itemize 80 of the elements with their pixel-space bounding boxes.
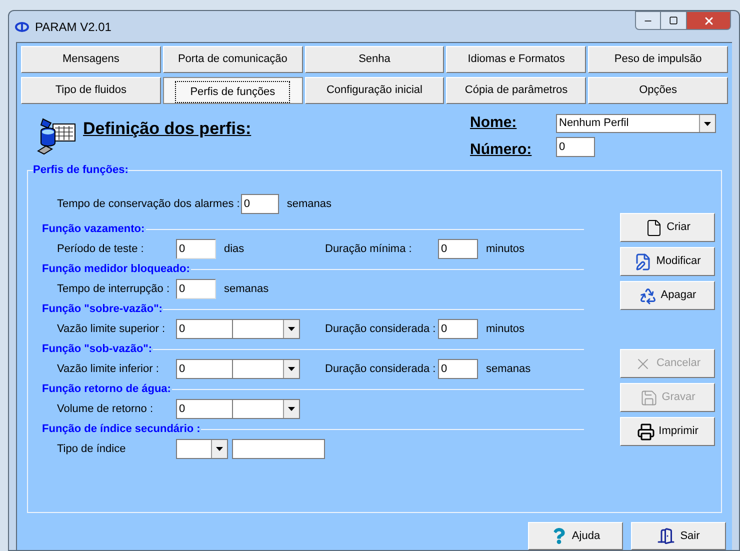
dropdown-arrow-button[interactable] <box>699 115 715 132</box>
action-button[interactable]: Imprimir <box>620 417 715 446</box>
printer-icon <box>636 422 655 440</box>
dropdown-arrow-button[interactable] <box>283 400 299 418</box>
save-icon <box>640 388 658 406</box>
unit-label: minutos <box>486 322 525 337</box>
unit-label: minutos <box>486 242 525 257</box>
tab-button[interactable]: Cópia de parâmetros <box>446 77 586 104</box>
section-heading: Função medidor bloqueado: <box>42 262 190 277</box>
input-field[interactable]: 0 <box>438 319 478 339</box>
number-label: Número: <box>470 141 533 159</box>
input-field[interactable]: 0 <box>438 239 478 259</box>
field-label: Período de teste : <box>56 242 145 257</box>
tab-button[interactable]: Tipo de fluidos <box>21 77 161 104</box>
door-icon <box>657 527 676 545</box>
input-field[interactable]: 0 <box>176 399 232 419</box>
caret-icon <box>288 367 295 371</box>
dropdown-arrow-button[interactable] <box>283 360 299 378</box>
profile-dropdown[interactable]: Nenhum Perfil <box>556 114 716 133</box>
input-field[interactable]: 0 <box>176 239 216 259</box>
caret-icon <box>216 447 224 451</box>
caret-icon <box>704 122 711 126</box>
section-heading: Função de índice secundário : <box>42 422 200 437</box>
field-label: Vazão limite superior : <box>56 322 166 337</box>
unit-label: dias <box>224 242 244 257</box>
tab-button[interactable]: Configuração inicial <box>304 77 444 104</box>
input-field[interactable]: 0 <box>176 319 232 339</box>
field-label: Duração considerada : <box>325 322 437 337</box>
footer-button[interactable]: Sair <box>631 522 726 550</box>
unit-label: semanas <box>224 282 269 297</box>
section-heading: Função retorno de água: <box>42 382 171 397</box>
close-button[interactable] <box>687 11 731 30</box>
caret-icon <box>288 407 295 411</box>
tab-button[interactable]: Mensagens <box>21 46 161 73</box>
index-type-dropdown[interactable] <box>176 439 228 459</box>
field-label: Duração mínima : <box>325 242 413 257</box>
tab-button[interactable]: Porta de comunicação <box>162 46 303 73</box>
dropdown-arrow-button[interactable] <box>211 440 228 458</box>
unit-label: semanas <box>486 362 531 377</box>
section-heading: Função "sobre-vazão": <box>42 302 162 317</box>
caret-icon <box>288 327 295 331</box>
footer-button[interactable]: Ajuda <box>528 522 623 550</box>
name-label: Nome: <box>470 114 518 133</box>
input-field[interactable]: 0 <box>176 359 232 379</box>
unit-label: semanas <box>286 196 332 212</box>
group-title: Perfis de funções: <box>33 163 128 177</box>
section-heading: Função vazamento: <box>42 222 145 237</box>
maximize-button[interactable] <box>661 11 687 30</box>
section-heading: Função "sob-vazão": <box>42 342 152 357</box>
tab-button[interactable]: Senha <box>304 46 444 73</box>
unit-dropdown[interactable] <box>232 359 300 379</box>
edit-document-icon <box>634 252 652 270</box>
unit-dropdown[interactable] <box>232 399 300 419</box>
tab-button[interactable]: Opções <box>588 77 728 104</box>
close-icon <box>702 14 714 26</box>
field-label: Vazão limite inferior : <box>56 362 160 377</box>
page-title: Definição dos perfis: <box>83 118 252 140</box>
dropdown-arrow-button[interactable] <box>283 320 299 338</box>
tab-button[interactable]: Perfis de funções <box>162 77 303 104</box>
blank-page-icon <box>644 218 663 236</box>
field-label: Duração considerada : <box>325 362 437 377</box>
recycle-bin-icon <box>638 286 657 304</box>
window-title: PARAM V2.01 <box>35 18 112 36</box>
maximize-icon <box>669 16 678 25</box>
input-field[interactable]: 0 <box>438 359 478 379</box>
number-field[interactable]: 0 <box>556 137 595 157</box>
field-label: Tempo de interrupção : <box>56 282 171 297</box>
tab-button[interactable]: Idiomas e Formatos <box>446 46 586 73</box>
field-label: Volume de retorno : <box>56 402 154 417</box>
action-button[interactable]: Apagar <box>620 281 715 310</box>
input-field[interactable] <box>232 439 325 459</box>
action-button[interactable]: Criar <box>620 213 715 242</box>
input-field[interactable]: 0 <box>240 194 279 214</box>
unit-dropdown[interactable] <box>232 319 300 339</box>
tab-button[interactable]: Peso de impulsão <box>588 46 728 73</box>
field-label: Tipo de índice <box>56 442 127 457</box>
action-button[interactable]: Modificar <box>620 247 715 276</box>
input-field[interactable]: 0 <box>176 279 216 299</box>
app-icon <box>15 22 29 32</box>
alarm-label: Tempo de conservação dos alarmes : <box>57 196 240 212</box>
